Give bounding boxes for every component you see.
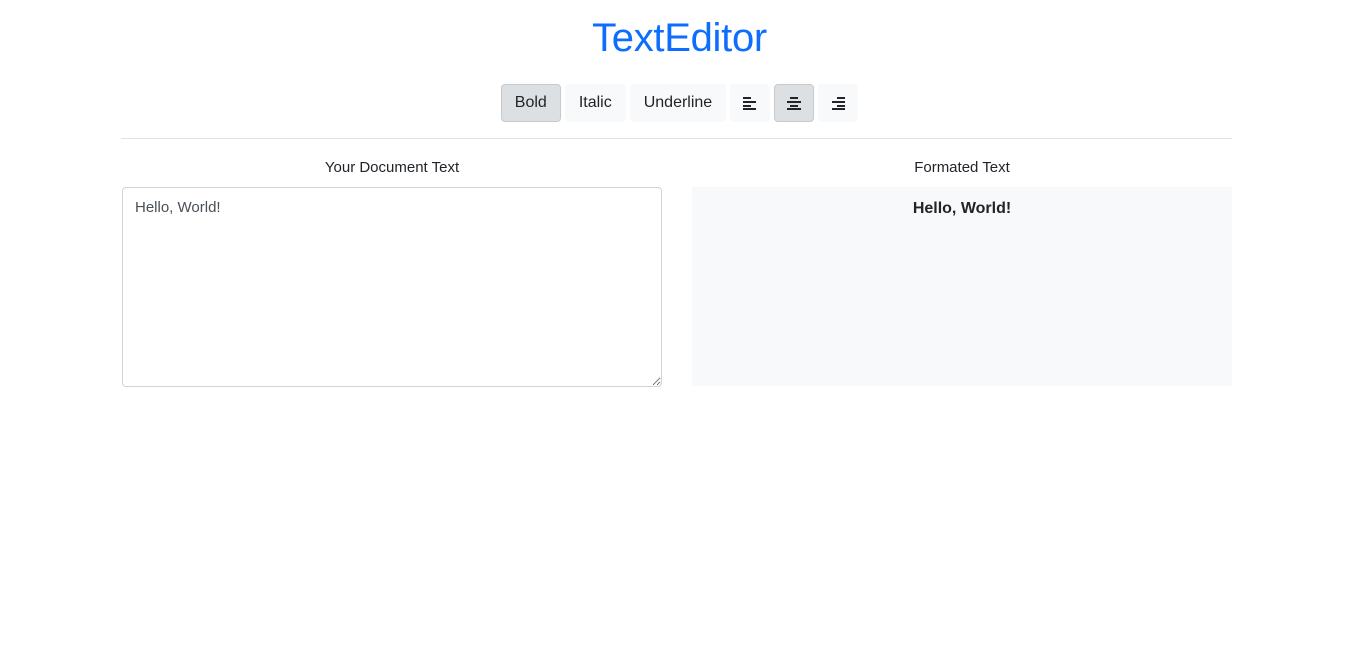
app-title: TextEditor	[592, 16, 767, 60]
align-left-button[interactable]	[730, 84, 771, 122]
underline-button[interactable]: Underline	[629, 84, 727, 122]
bold-button[interactable]: Bold	[500, 84, 561, 122]
formatting-toolbar: Bold Italic Underline	[0, 84, 1359, 122]
formatted-text: Hello, World!	[912, 200, 1012, 217]
formatted-text-preview: Hello, World!	[692, 187, 1232, 386]
preview-label: Formated Text	[914, 159, 1010, 176]
align-right-button[interactable]	[818, 84, 859, 122]
text-editor-app: TextEditor Bold Italic Underline Your Do…	[0, 0, 1359, 655]
toolbar-divider	[121, 138, 1232, 139]
editor-label: Your Document Text	[324, 159, 460, 176]
align-center-icon	[786, 96, 802, 110]
document-text-input[interactable]: Hello, World!	[122, 187, 662, 387]
align-right-icon	[830, 96, 846, 110]
align-center-button[interactable]	[774, 84, 815, 122]
align-left-icon	[742, 96, 758, 110]
italic-button[interactable]: Italic	[564, 84, 626, 122]
